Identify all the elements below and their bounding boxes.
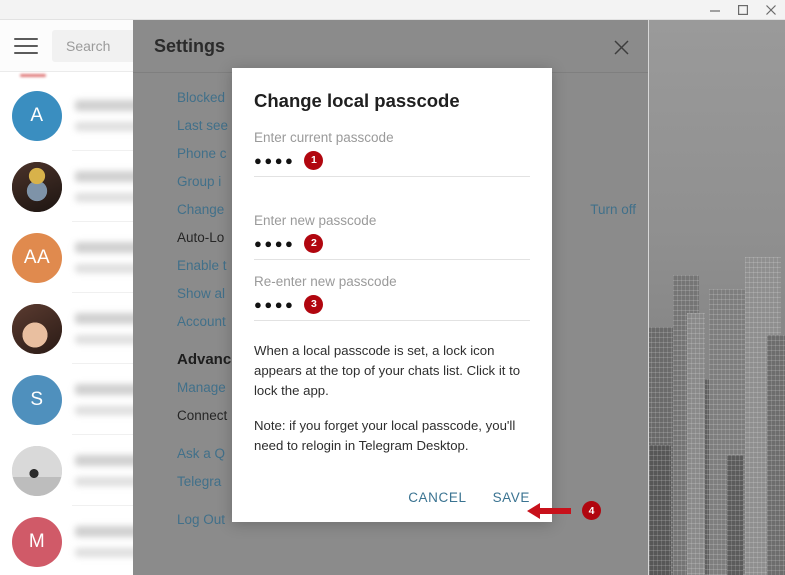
field-label: Enter current passcode bbox=[254, 130, 394, 145]
window-close-button[interactable] bbox=[757, 0, 785, 19]
hamburger-icon[interactable] bbox=[14, 37, 38, 54]
current-passcode-value: ●●●● bbox=[254, 152, 296, 168]
avatar: M bbox=[12, 516, 62, 567]
settings-item-label: Phone c bbox=[177, 145, 227, 161]
settings-item-label: Ask a Q bbox=[177, 445, 226, 461]
change-passcode-dialog: Change local passcode Enter current pass… bbox=[232, 68, 552, 522]
field-label: Re-enter new passcode bbox=[254, 274, 397, 289]
settings-item-label: Group i bbox=[177, 173, 222, 189]
step-badge-4: 4 bbox=[582, 501, 601, 520]
app-body: Search A AA S M Settings Blocked Last se… bbox=[0, 20, 785, 575]
passcode-note-text: Note: if you forget your local passcode,… bbox=[254, 418, 516, 454]
settings-item-label: Manage bbox=[177, 379, 226, 395]
turn-off-link[interactable]: Turn off bbox=[590, 202, 636, 217]
settings-item-label: Change bbox=[177, 201, 225, 217]
page-title: Settings bbox=[154, 35, 226, 56]
field-underline bbox=[254, 259, 530, 260]
settings-item-label: Account bbox=[177, 313, 226, 329]
settings-item-label: Telegra bbox=[177, 473, 222, 489]
step-badge-3: 3 bbox=[304, 294, 324, 314]
city-skyline bbox=[649, 245, 785, 575]
step-badge-2: 2 bbox=[304, 233, 324, 253]
window-minimize-button[interactable] bbox=[701, 0, 729, 19]
field-label: Enter new passcode bbox=[254, 213, 377, 228]
settings-item-label: Show al bbox=[177, 285, 226, 301]
avatar bbox=[12, 303, 62, 354]
avatar bbox=[12, 161, 62, 212]
field-underline bbox=[254, 320, 530, 321]
chat-background-photo bbox=[648, 20, 785, 575]
settings-section-label: Advanc bbox=[177, 350, 232, 368]
app-window: Search A AA S M Settings Blocked Last se… bbox=[0, 0, 785, 575]
avatar: S bbox=[12, 374, 62, 425]
new-passcode-value: ●●●● bbox=[254, 235, 296, 251]
settings-item-label: Last see bbox=[177, 117, 229, 133]
settings-item-label: Blocked bbox=[177, 89, 226, 105]
settings-item-label: Auto-Lo bbox=[177, 229, 225, 245]
avatar bbox=[12, 445, 62, 496]
passcode-help-text: When a local passcode is set, a lock ico… bbox=[254, 343, 521, 399]
step-badge-1: 1 bbox=[304, 150, 324, 170]
settings-header: Settings bbox=[133, 20, 648, 73]
reenter-passcode-field[interactable]: Re-enter new passcode ●●●● 3 bbox=[254, 274, 530, 321]
window-titlebar bbox=[0, 0, 785, 20]
reenter-passcode-value: ●●●● bbox=[254, 296, 296, 312]
settings-item-label: Enable t bbox=[177, 257, 227, 273]
save-step-annotation: 4 bbox=[527, 501, 601, 520]
unread-indicator bbox=[20, 74, 46, 77]
avatar-initials: A bbox=[30, 104, 44, 126]
new-passcode-field[interactable]: Enter new passcode ●●●● 2 bbox=[254, 213, 530, 260]
avatar: A bbox=[12, 90, 62, 141]
avatar-initials: S bbox=[30, 388, 44, 410]
cancel-button[interactable]: CANCEL bbox=[408, 490, 466, 505]
avatar-initials: AA bbox=[23, 246, 51, 268]
close-icon[interactable] bbox=[608, 34, 634, 60]
arrow-left-icon bbox=[527, 502, 571, 519]
field-underline bbox=[254, 176, 530, 177]
settings-item-label: Log Out bbox=[177, 511, 226, 527]
dialog-title: Change local passcode bbox=[254, 90, 460, 111]
dialog-actions: CANCEL SAVE bbox=[408, 490, 530, 505]
window-maximize-button[interactable] bbox=[729, 0, 757, 19]
current-passcode-field[interactable]: Enter current passcode ●●●● 1 bbox=[254, 130, 530, 177]
settings-item-label: Connect bbox=[177, 407, 228, 423]
avatar: AA bbox=[12, 232, 62, 283]
save-button[interactable]: SAVE bbox=[493, 490, 530, 505]
avatar-initials: M bbox=[28, 530, 46, 552]
